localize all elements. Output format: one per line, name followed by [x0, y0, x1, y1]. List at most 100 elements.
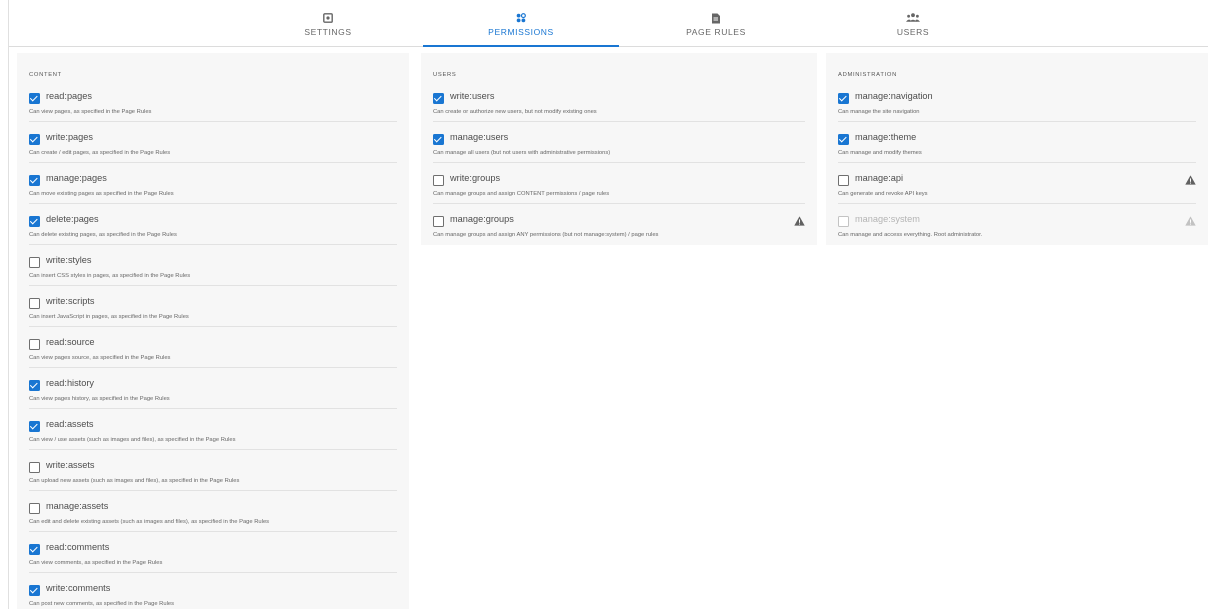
tab-label: USERS: [896, 27, 930, 37]
permission-description: Can manage and access everything. Root a…: [838, 232, 983, 238]
permission-row[interactable]: read:source Can view pages source, as spe…: [29, 327, 397, 368]
permission-name: read:source: [46, 337, 95, 347]
permission-checkbox: [838, 216, 849, 227]
permission-description: Can manage the site navigation: [838, 109, 920, 115]
permission-checkbox[interactable]: [433, 216, 444, 227]
active-tab-indicator: [423, 45, 619, 47]
tab-permissions[interactable]: PERMISSIONS: [423, 0, 619, 47]
permission-name: manage:api: [855, 173, 904, 183]
permission-name: write:styles: [46, 255, 92, 265]
users-panel: USERS write:users Can create or authorize…: [421, 53, 817, 245]
permission-row[interactable]: read:history Can view pages history, as s…: [29, 368, 397, 409]
permission-description: Can view pages history, as specified in …: [29, 396, 170, 402]
permission-checkbox[interactable]: [433, 93, 444, 104]
permission-row[interactable]: write:styles Can insert CSS styles in pag…: [29, 245, 397, 286]
permission-checkbox[interactable]: [29, 298, 40, 309]
permission-checkbox[interactable]: [29, 544, 40, 555]
permission-description: Can insert CSS styles in pages, as speci…: [29, 273, 191, 279]
permission-name: write:assets: [46, 460, 95, 470]
permission-row[interactable]: manage:assets Can edit and delete existin…: [29, 491, 397, 532]
permission-row[interactable]: write:comments Can post new comments, as …: [29, 573, 397, 614]
tab-label: SETTINGS: [304, 27, 352, 37]
permission-row[interactable]: write:pages Can create / edit pages, as s…: [29, 122, 397, 163]
permission-name: write:groups: [450, 173, 501, 183]
permission-name: manage:theme: [855, 132, 917, 142]
permission-description: Can post new comments, as specified in t…: [29, 601, 174, 607]
tab-label: PERMISSIONS: [488, 27, 554, 37]
permission-checkbox[interactable]: [29, 339, 40, 350]
panel-title: USERS: [433, 72, 457, 78]
permission-description: Can view / use assets (such as images an…: [29, 437, 236, 443]
tab-bar: SETTINGS PERMISSIONS PAGE RULES USERS: [9, 0, 1208, 47]
permission-checkbox[interactable]: [29, 134, 40, 145]
warning-icon: [1185, 216, 1196, 226]
permission-name: manage:assets: [46, 501, 109, 511]
warning-icon: [1185, 175, 1196, 185]
permission-row[interactable]: manage:theme Can manage and modify themes: [838, 122, 1196, 163]
permission-checkbox[interactable]: [838, 93, 849, 104]
permission-checkbox[interactable]: [433, 175, 444, 186]
permission-description: Can view pages, as specified in the Page…: [29, 109, 152, 115]
permission-row[interactable]: write:users Can create or authorize new u…: [433, 81, 805, 122]
permission-name: write:comments: [46, 583, 111, 593]
permission-row[interactable]: manage:users Can manage all users (but no…: [433, 122, 805, 163]
permission-description: Can manage groups and assign ANY permiss…: [433, 232, 659, 238]
tab-users[interactable]: USERS: [815, 0, 1011, 46]
permission-description: Can generate and revoke API keys: [838, 191, 928, 197]
permission-row[interactable]: manage:navigation Can manage the site nav…: [838, 81, 1196, 122]
permission-description: Can delete existing pages, as specified …: [29, 232, 177, 238]
permission-row[interactable]: read:pages Can view pages, as specified i…: [29, 81, 397, 122]
administration-panel: ADMINISTRATION manage:navigation Can mana…: [826, 53, 1208, 245]
permission-row[interactable]: write:assets Can upload new assets (such …: [29, 450, 397, 491]
permission-row[interactable]: delete:pages Can delete existing pages, a…: [29, 204, 397, 245]
permission-description: Can manage groups and assign CONTENT per…: [433, 191, 610, 197]
permission-checkbox[interactable]: [29, 380, 40, 391]
permission-checkbox[interactable]: [29, 257, 40, 268]
users-icon: [906, 13, 920, 22]
permission-row[interactable]: read:comments Can view comments, as speci…: [29, 532, 397, 573]
permission-row[interactable]: write:scripts Can insert JavaScript in pa…: [29, 286, 397, 327]
settings-icon: [323, 13, 333, 23]
tab-page-rules[interactable]: PAGE RULES: [618, 0, 814, 46]
permission-description: Can create or authorize new users, but n…: [433, 109, 597, 115]
content-panel: CONTENT read:pages Can view pages, as spe…: [17, 53, 409, 609]
permission-checkbox[interactable]: [433, 134, 444, 145]
permission-row[interactable]: manage:api Can generate and revoke API ke…: [838, 163, 1196, 204]
permission-description: Can manage all users (but not users with…: [433, 150, 611, 156]
permission-name: write:users: [450, 91, 495, 101]
permission-checkbox[interactable]: [29, 503, 40, 514]
permission-description: Can edit and delete existing assets (suc…: [29, 519, 270, 525]
permission-name: manage:navigation: [855, 91, 933, 101]
tab-settings[interactable]: SETTINGS: [230, 0, 426, 46]
permission-name: read:pages: [46, 91, 92, 101]
permissions-icon: [516, 13, 526, 23]
permission-checkbox[interactable]: [29, 421, 40, 432]
permission-checkbox[interactable]: [29, 216, 40, 227]
permission-row[interactable]: read:assets Can view / use assets (such a…: [29, 409, 397, 450]
permission-checkbox[interactable]: [29, 93, 40, 104]
permission-row[interactable]: manage:pages Can move existing pages as s…: [29, 163, 397, 204]
permission-description: Can upload new assets (such as images an…: [29, 478, 240, 484]
warning-icon: [794, 216, 805, 226]
permission-name: read:history: [46, 378, 95, 388]
permission-name: manage:groups: [450, 214, 514, 224]
permission-checkbox[interactable]: [29, 462, 40, 473]
permission-checkbox[interactable]: [29, 175, 40, 186]
left-divider: [8, 0, 9, 609]
page-rules-icon: [712, 13, 720, 24]
permission-name: read:comments: [46, 542, 110, 552]
permission-description: Can move existing pages as specified in …: [29, 191, 174, 197]
tab-label: PAGE RULES: [686, 27, 746, 37]
permission-description: Can manage and modify themes: [838, 150, 922, 156]
permission-name: delete:pages: [46, 214, 99, 224]
permission-checkbox[interactable]: [838, 134, 849, 145]
permission-name: write:scripts: [46, 296, 95, 306]
permission-row[interactable]: manage:system Can manage and access every…: [838, 204, 1196, 245]
permission-row[interactable]: manage:groups Can manage groups and assig…: [433, 204, 805, 245]
permission-checkbox[interactable]: [838, 175, 849, 186]
permission-checkbox[interactable]: [29, 585, 40, 596]
permission-row[interactable]: write:groups Can manage groups and assign…: [433, 163, 805, 204]
permission-description: Can create / edit pages, as specified in…: [29, 150, 171, 156]
panel-title: CONTENT: [29, 72, 62, 78]
permission-name: write:pages: [46, 132, 93, 142]
